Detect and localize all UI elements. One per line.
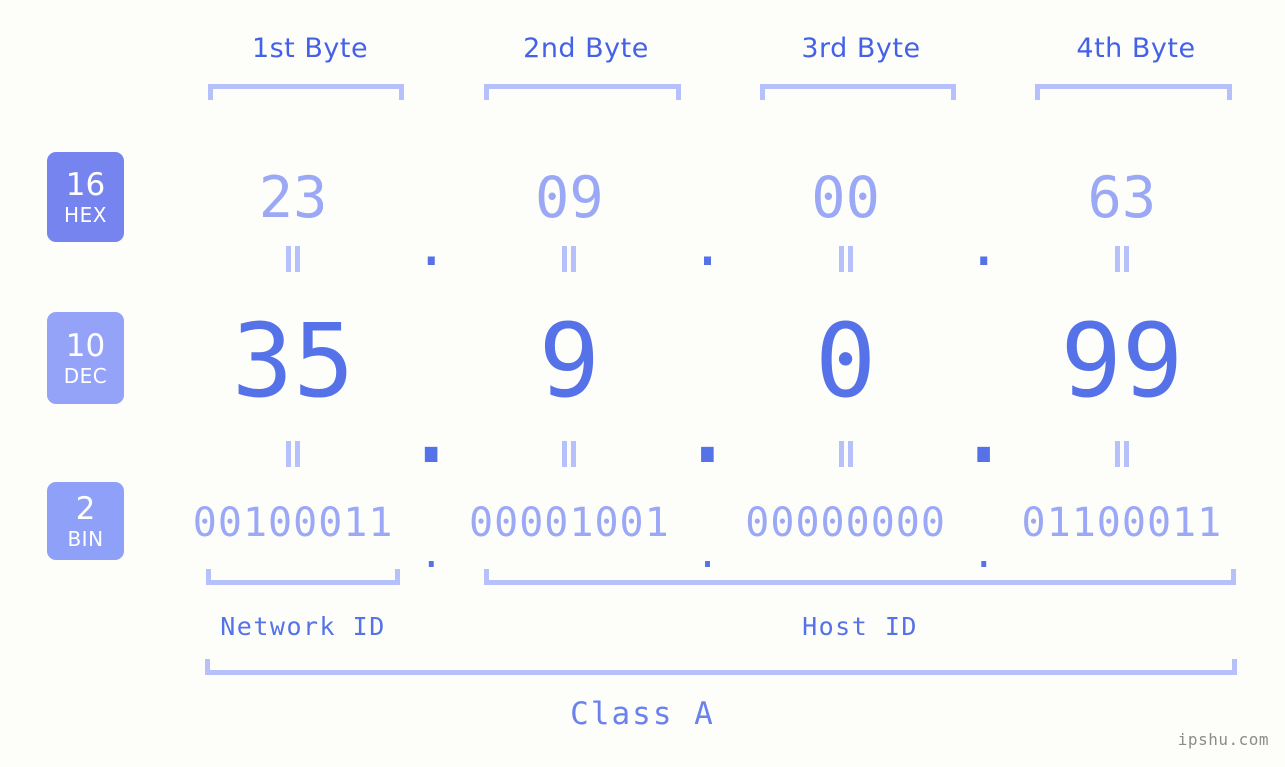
radix-badge-dec-abbr: DEC <box>63 363 108 388</box>
radix-badge-hex-number: 16 <box>65 166 106 203</box>
bin-octet-2: 00001001 <box>469 500 670 546</box>
hex-octet-3: 00 <box>811 165 880 231</box>
bin-octet-1: 00100011 <box>192 500 394 546</box>
class-bracket <box>205 659 1237 675</box>
equality-mark <box>431 441 707 471</box>
byte-bracket-3 <box>760 84 956 100</box>
radix-badge-hex: 16 HEX <box>47 152 124 242</box>
equality-mark <box>708 441 984 471</box>
equals-icon <box>561 441 577 467</box>
bin-octet-3: 00000000 <box>745 500 946 546</box>
radix-badge-dec: 10 DEC <box>47 312 124 404</box>
radix-badge-bin-abbr: BIN <box>67 526 104 551</box>
equality-mark <box>431 246 707 276</box>
byte-header-4: 4th Byte <box>1076 33 1196 64</box>
equality-mark <box>155 441 431 471</box>
radix-badge-dec-number: 10 <box>65 327 106 364</box>
network-id-bracket <box>206 569 400 585</box>
equality-mark <box>984 246 1260 276</box>
byte-header-3: 3rd Byte <box>801 33 921 64</box>
equality-mark <box>708 246 984 276</box>
hex-value-row: 23 . 09 . 00 . 63 <box>155 150 1260 279</box>
radix-badge-bin: 2 BIN <box>47 482 124 560</box>
class-label: Class A <box>570 696 715 732</box>
hex-octet-2: 09 <box>535 165 604 231</box>
host-id-label: Host ID <box>802 612 918 641</box>
hex-octet-4: 63 <box>1087 165 1157 231</box>
equality-marks-hex-dec <box>155 246 1260 276</box>
bin-octet-4: 01100011 <box>1021 500 1223 546</box>
dec-value-row: 35 . 9 . 0 . 99 <box>155 296 1260 487</box>
dec-octet-2: 9 <box>538 302 601 421</box>
dec-octet-4: 99 <box>1060 302 1184 421</box>
byte-bracket-2 <box>484 84 681 100</box>
radix-badge-bin-number: 2 <box>75 490 96 527</box>
byte-header-2: 2nd Byte <box>523 33 649 64</box>
bin-value-row: 00100011 . 00001001 . 00000000 . 0110001… <box>155 492 1260 577</box>
watermark: ipshu.com <box>1177 730 1269 749</box>
equals-icon <box>285 441 301 467</box>
byte-bracket-4 <box>1035 84 1232 100</box>
equals-icon <box>1114 441 1130 467</box>
dec-octet-1: 35 <box>231 302 355 421</box>
host-id-bracket <box>484 569 1236 585</box>
dec-octet-3: 0 <box>814 302 877 421</box>
equals-icon <box>285 246 301 272</box>
radix-badge-hex-abbr: HEX <box>64 202 107 227</box>
equality-marks-dec-bin <box>155 441 1260 471</box>
equals-icon <box>1114 246 1130 272</box>
equals-icon <box>561 246 577 272</box>
equality-mark <box>984 441 1260 471</box>
byte-bracket-1 <box>208 84 404 100</box>
byte-header-1: 1st Byte <box>251 33 369 64</box>
hex-octet-1: 23 <box>258 165 328 231</box>
equals-icon <box>838 246 854 272</box>
ip-breakdown-diagram: 1st Byte 2nd Byte 3rd Byte 4th Byte 16 H… <box>0 0 1285 767</box>
equality-mark <box>155 246 431 276</box>
equals-icon <box>838 441 854 467</box>
network-id-label: Network ID <box>220 612 386 641</box>
